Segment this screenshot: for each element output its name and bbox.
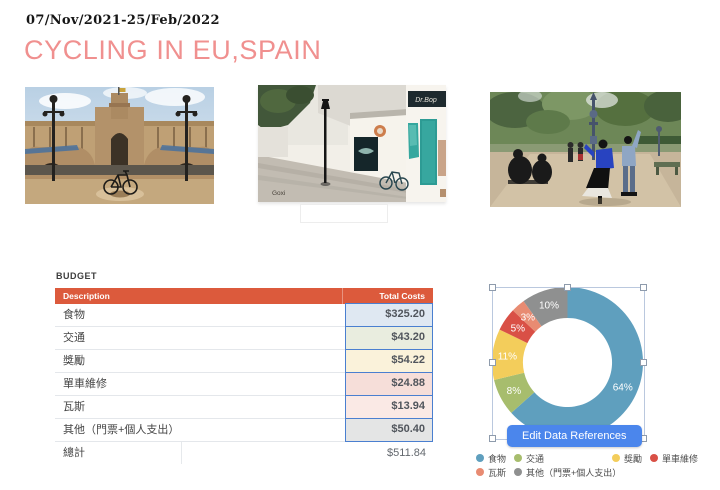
text-placeholder[interactable] [300, 204, 388, 223]
table-row: 其他（門票+個人支出） $50.40 [55, 419, 433, 442]
legend-label: 單車維修 [662, 452, 698, 465]
table-row: 瓦斯 $13.94 [55, 396, 433, 419]
row-value[interactable]: $13.94 [345, 395, 433, 420]
legend-label: 其他（門票+個人支出） [526, 466, 621, 479]
legend-item: 單車維修 [650, 452, 698, 465]
row-value[interactable]: $54.22 [345, 349, 433, 374]
row-value[interactable]: $43.20 [345, 326, 433, 351]
slice-percent-label: 8% [507, 386, 522, 397]
selection-handle-sw[interactable] [489, 435, 496, 442]
total-label[interactable]: 總計 [55, 442, 182, 464]
legend-dot-icon [514, 454, 522, 462]
total-value[interactable]: $511.84 [345, 442, 433, 464]
table-row: 單車維修 $24.88 [55, 373, 433, 396]
budget-section-label[interactable]: BUDGET [56, 271, 97, 281]
row-value[interactable]: $325.20 [345, 303, 433, 328]
photo-plaza-espana[interactable] [25, 87, 214, 204]
legend-label: 獎勵 [624, 452, 642, 465]
selection-handle-w[interactable] [489, 359, 496, 366]
row-label[interactable]: 獎勵 [55, 350, 345, 373]
table-row: 獎勵 $54.22 [55, 350, 433, 373]
legend-item: 交通 [514, 452, 544, 465]
legend-item: 其他（門票+個人支出） [514, 466, 621, 479]
legend-dot-icon [476, 468, 484, 476]
legend-label: 瓦斯 [488, 466, 506, 479]
selection-handle-e[interactable] [640, 359, 647, 366]
row-value[interactable]: $50.40 [345, 418, 433, 443]
selection-handle-n[interactable] [564, 284, 571, 291]
row-value[interactable]: $24.88 [345, 372, 433, 397]
slice-percent-label: 5% [511, 324, 526, 335]
date-range-text[interactable]: 07/Nov/2021-25/Feb/2022 [26, 13, 220, 28]
chart-legend[interactable]: 食物 交通 獎勵 單車維修 瓦斯 其他（門票+個人支出） [476, 451, 698, 479]
legend-label: 交通 [526, 452, 544, 465]
budget-table: Description Total Costs 食物 $325.20 交通 $4… [55, 288, 433, 464]
legend-label: 食物 [488, 452, 506, 465]
slice-percent-label: 11% [498, 351, 517, 362]
slice-percent-label: 64% [613, 383, 633, 394]
photo-plaza-dancers[interactable] [490, 92, 681, 207]
legend-item: 獎勵 [612, 452, 642, 465]
legend-dot-icon [476, 454, 484, 462]
table-total-row: 總計 $511.84 [55, 442, 433, 464]
selection-handle-nw[interactable] [489, 284, 496, 291]
row-label[interactable]: 交通 [55, 327, 345, 350]
legend-dot-icon [650, 454, 658, 462]
selection-handle-ne[interactable] [640, 284, 647, 291]
page-title[interactable]: CYCLING IN EU,SPAIN [24, 35, 321, 66]
column-header-description[interactable]: Description [55, 288, 342, 304]
photo-white-street[interactable]: Dr.Bop Goxi [258, 85, 446, 202]
table-row: 食物 $325.20 [55, 304, 433, 327]
svg-text:Dr.Bop: Dr.Bop [415, 97, 437, 104]
legend-item: 瓦斯 [476, 466, 506, 479]
photo-watermark: Goxi [272, 190, 285, 197]
total-filler-cell[interactable] [182, 442, 345, 464]
row-label[interactable]: 瓦斯 [55, 396, 345, 419]
table-row: 交通 $43.20 [55, 327, 433, 350]
row-label[interactable]: 食物 [55, 304, 345, 327]
slide-canvas: 07/Nov/2021-25/Feb/2022 CYCLING IN EU,SP… [0, 0, 720, 490]
slice-percent-label: 10% [539, 300, 559, 311]
row-label[interactable]: 單車維修 [55, 373, 345, 396]
legend-dot-icon [612, 454, 620, 462]
legend-dot-icon [514, 468, 522, 476]
row-label[interactable]: 其他（門票+個人支出） [55, 419, 345, 442]
edit-data-references-button[interactable]: Edit Data References [507, 425, 642, 447]
legend-item: 食物 [476, 452, 506, 465]
